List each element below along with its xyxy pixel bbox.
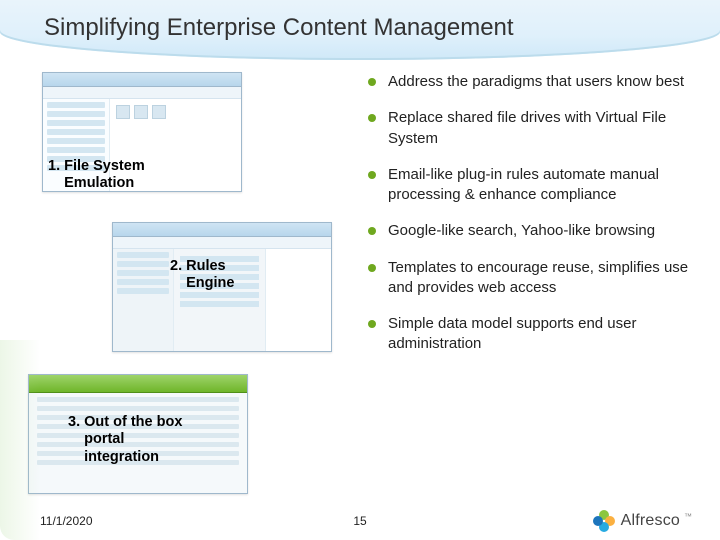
bullet-icon [368,264,376,272]
label-line: integration [84,449,159,465]
label-line: 1. File System [48,158,145,174]
list-item: Simple data model supports end user admi… [368,314,698,355]
list-item: Replace shared file drives with Virtual … [368,108,698,149]
bullet-icon [368,171,376,179]
bullet-text: Templates to encourage reuse, simplifies… [388,258,698,299]
label-line: Emulation [64,175,134,191]
list-item: Email-like plug-in rules automate manual… [368,165,698,206]
slide: Simplifying Enterprise Content Managemen… [0,0,720,540]
page-number: 15 [353,514,366,528]
bullet-icon [368,78,376,86]
label-line: 3. Out of the box [68,414,182,430]
list-item: Address the paradigms that users know be… [368,72,698,92]
bullet-text: Replace shared file drives with Virtual … [388,108,698,149]
label-portal-integration: 3. Out of the box portal integration [68,414,208,466]
bullet-text: Email-like plug-in rules automate manual… [388,165,698,206]
bullet-text: Google-like search, Yahoo-like browsing [388,221,655,241]
label-file-system: 1. File System Emulation [48,158,145,193]
bullet-icon [368,320,376,328]
bullet-list: Address the paradigms that users know be… [368,72,698,355]
bullet-text: Simple data model supports end user admi… [388,314,698,355]
label-line: Engine [186,275,234,291]
logo-mark-icon [593,510,615,532]
bullet-icon [368,114,376,122]
list-item: Templates to encourage reuse, simplifies… [368,258,698,299]
label-line: portal [84,431,124,447]
brand-logo: Alfresco ™ [593,510,692,532]
content-area: 1. File System Emulation 2. Rules Engine [22,72,698,492]
footer-date: 11/1/2020 [40,514,93,528]
trademark-icon: ™ [684,512,692,521]
list-item: Google-like search, Yahoo-like browsing [368,221,698,241]
label-line: 2. Rules [170,258,226,274]
brand-text: Alfresco [621,512,680,530]
left-column: 1. File System Emulation 2. Rules Engine [22,72,352,492]
label-rules-engine: 2. Rules Engine [170,258,234,293]
footer: 11/1/2020 15 Alfresco ™ [0,502,720,540]
right-column: Address the paradigms that users know be… [368,72,698,492]
slide-title: Simplifying Enterprise Content Managemen… [44,14,514,42]
bullet-text: Address the paradigms that users know be… [388,72,684,92]
bullet-icon [368,227,376,235]
